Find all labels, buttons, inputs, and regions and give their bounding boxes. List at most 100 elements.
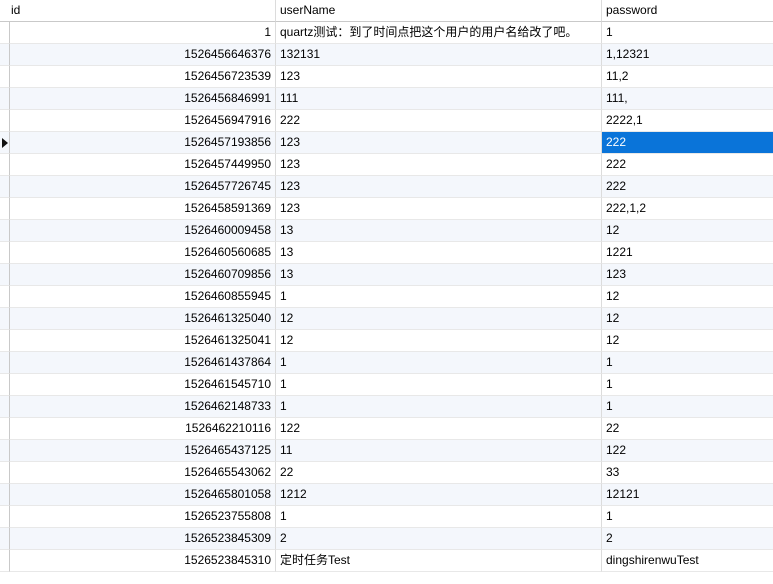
cell-id[interactable]: 1526461545710 [10,374,276,396]
cell-username[interactable]: 1 [276,374,602,396]
cell-id[interactable]: 1526460009458 [10,220,276,242]
cell-password[interactable]: 33 [602,462,773,484]
cell-id[interactable]: 1526457449950 [10,154,276,176]
cell-username[interactable]: 1212 [276,484,602,506]
cell-password[interactable]: 12 [602,220,773,242]
row-selector[interactable] [0,88,10,110]
row-selector[interactable] [0,132,10,154]
column-header-username[interactable]: userName [276,0,602,22]
cell-username[interactable]: 222 [276,110,602,132]
row-selector[interactable] [0,198,10,220]
table-row[interactable]: 1526456646376 132131 1,12321 [0,44,773,66]
table-row[interactable]: 1526461437864 1 1 [0,352,773,374]
table-row[interactable]: 1526460855945 1 12 [0,286,773,308]
table-row[interactable]: 1526458591369 123 222,1,2 [0,198,773,220]
table-row[interactable]: 1526462148733 1 1 [0,396,773,418]
cell-password[interactable]: 1221 [602,242,773,264]
row-selector[interactable] [0,462,10,484]
cell-username[interactable]: 1 [276,396,602,418]
cell-username[interactable]: 123 [276,132,602,154]
cell-username[interactable]: 1 [276,286,602,308]
cell-username[interactable]: 13 [276,242,602,264]
row-selector[interactable] [0,440,10,462]
cell-username[interactable]: 11 [276,440,602,462]
cell-password[interactable]: 222 [602,154,773,176]
cell-id[interactable]: 1526462210116 [10,418,276,440]
cell-password[interactable]: 1 [602,352,773,374]
cell-id[interactable]: 1526456846991 [10,88,276,110]
cell-password[interactable]: 1 [602,22,773,44]
table-row[interactable]: 1526461325040 12 12 [0,308,773,330]
data-grid[interactable]: id userName password 1 quartz测试：到了时间点把这个用… [0,0,773,584]
cell-password[interactable]: 222 [602,176,773,198]
column-header-password[interactable]: password [602,0,773,22]
table-row[interactable]: 1526461545710 1 1 [0,374,773,396]
row-selector[interactable] [0,506,10,528]
row-selector[interactable] [0,374,10,396]
row-selector[interactable] [0,264,10,286]
cell-id[interactable]: 1526460709856 [10,264,276,286]
row-selector[interactable] [0,44,10,66]
cell-password[interactable]: 123 [602,264,773,286]
cell-username[interactable]: quartz测试：到了时间点把这个用户的用户名给改了吧。 [276,22,602,44]
cell-id[interactable]: 1526458591369 [10,198,276,220]
table-row[interactable]: 1526523755808 1 1 [0,506,773,528]
cell-password[interactable]: 2 [602,528,773,550]
row-selector[interactable] [0,286,10,308]
cell-id[interactable]: 1526457193856 [10,132,276,154]
table-row[interactable]: 1526456846991 111 111, [0,88,773,110]
row-selector[interactable] [0,396,10,418]
cell-id[interactable]: 1526456646376 [10,44,276,66]
cell-password[interactable]: dingshirenwuTest [602,550,773,572]
table-row[interactable]: 1526457449950 123 222 [0,154,773,176]
cell-username[interactable]: 132131 [276,44,602,66]
row-selector[interactable] [0,484,10,506]
table-row[interactable]: 1526460009458 13 12 [0,220,773,242]
row-selector[interactable] [0,308,10,330]
table-row[interactable]: 1526460709856 13 123 [0,264,773,286]
cell-id[interactable]: 1526460855945 [10,286,276,308]
row-selector[interactable] [0,110,10,132]
cell-username[interactable]: 123 [276,154,602,176]
row-selector[interactable] [0,220,10,242]
cell-password[interactable]: 12 [602,308,773,330]
cell-username[interactable]: 22 [276,462,602,484]
row-selector[interactable] [0,550,10,572]
table-row[interactable]: 1526465801058 1212 12121 [0,484,773,506]
table-row[interactable]: 1 quartz测试：到了时间点把这个用户的用户名给改了吧。 1 [0,22,773,44]
table-row[interactable]: 1526523845310 定时任务Test dingshirenwuTest [0,550,773,572]
table-row[interactable]: 1526461325041 12 12 [0,330,773,352]
cell-username[interactable]: 13 [276,264,602,286]
cell-username[interactable]: 13 [276,220,602,242]
cell-username[interactable]: 1 [276,506,602,528]
cell-id[interactable]: 1526457726745 [10,176,276,198]
cell-id[interactable]: 1526461325041 [10,330,276,352]
row-selector[interactable] [0,352,10,374]
cell-id[interactable]: 1526465437125 [10,440,276,462]
cell-password[interactable]: 111, [602,88,773,110]
cell-id[interactable]: 1526461325040 [10,308,276,330]
cell-password[interactable]: 122 [602,440,773,462]
table-row[interactable]: 1526457193856 123 222 [0,132,773,154]
cell-username[interactable]: 12 [276,330,602,352]
row-selector[interactable] [0,242,10,264]
row-selector[interactable] [0,154,10,176]
cell-id[interactable]: 1 [10,22,276,44]
row-selector[interactable] [0,66,10,88]
table-row[interactable]: 1526465543062 22 33 [0,462,773,484]
cell-username[interactable]: 111 [276,88,602,110]
cell-password[interactable]: 1 [602,374,773,396]
cell-id[interactable]: 1526465801058 [10,484,276,506]
table-row[interactable]: 1526456947916 222 2222,1 [0,110,773,132]
cell-username[interactable]: 122 [276,418,602,440]
cell-username[interactable]: 123 [276,66,602,88]
row-selector[interactable] [0,418,10,440]
column-header-id[interactable]: id [0,0,276,22]
cell-password[interactable]: 1 [602,396,773,418]
cell-password[interactable]: 222,1,2 [602,198,773,220]
row-selector[interactable] [0,22,10,44]
cell-id[interactable]: 1526523755808 [10,506,276,528]
table-row[interactable]: 1526465437125 11 122 [0,440,773,462]
cell-id[interactable]: 1526456723539 [10,66,276,88]
cell-username[interactable]: 12 [276,308,602,330]
